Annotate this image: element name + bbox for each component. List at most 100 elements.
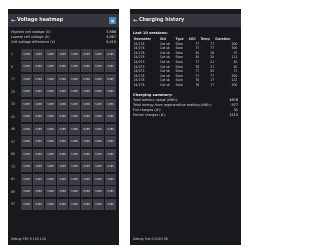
heatmap-cell: 3,985 [80, 136, 93, 148]
stat-value: 0,019 [106, 40, 116, 44]
row-label: 41 [11, 114, 16, 119]
heatmap-cell: 3,985 [56, 98, 69, 110]
heatmap-cell: 3,985 [56, 198, 69, 210]
row-label: 25 [11, 89, 16, 94]
heatmap-cell: 3,985 [21, 173, 33, 185]
heatmap-row: 41 3,985 3,985 3,985 3,985 3,985 3,985 3,985 3,9… [11, 111, 116, 124]
heatmap-cell: 3,985 [56, 186, 69, 198]
heatmap-cell: 3,985 [44, 148, 57, 160]
stat-row: Cell voltage difference (V) 0,019 [11, 40, 116, 45]
heatmap-cell: 3,985 [104, 61, 116, 73]
page-title: Charging history [139, 18, 185, 23]
heatmap-cell: 3,985 [21, 111, 33, 123]
heatmap-cell: 3,985 [68, 48, 81, 60]
heatmap-cell: 3,985 [104, 136, 116, 148]
row-label: 81 [11, 177, 16, 182]
heatmap-cell: 3,985 [80, 48, 93, 60]
heatmap-cell: 3,985 [32, 173, 45, 185]
heatmap-row: 89 3,985 3,985 3,985 3,985 3,985 3,985 3,985 3,9… [11, 186, 116, 199]
heatmap-cell: 3,985 [44, 98, 57, 110]
heatmap-cell: 3,985 [68, 148, 81, 160]
heatmap-cell: 3,985 [92, 61, 105, 73]
heatmap-cell: 3,985 [32, 148, 45, 160]
heatmap-cell: 3,985 [44, 186, 57, 198]
heatmap-cell: 3,985 [92, 161, 105, 173]
heatmap-cell: 3,985 [56, 61, 69, 73]
heatmap-cell: 3,985 [56, 161, 69, 173]
summary-label: Partial charges (#): [133, 112, 166, 117]
row-label: 97 [11, 202, 16, 207]
heatmap-cell: 3,985 [80, 161, 93, 173]
table-cell: Slow [175, 82, 183, 87]
row-label: 9 [11, 64, 14, 69]
heatmap-cell: 3,985 [80, 173, 93, 185]
heatmap-cell: 3,985 [104, 123, 116, 135]
grid-icon[interactable]: ▦ [109, 17, 116, 24]
heatmap-cell: 3,985 [104, 73, 116, 85]
heatmap-cell: 3,985 [21, 98, 33, 110]
heatmap-cell: 3,985 [92, 148, 105, 160]
table-cell: 78 [195, 82, 200, 87]
heatmap-cell: 3,985 [104, 48, 116, 60]
heatmap-cell: 3,985 [44, 173, 57, 185]
debug-text: Debug 7pe 0,0243 96 [133, 237, 168, 241]
heatmap-cell: 3,985 [44, 161, 57, 173]
heatmap-row: 1 3,985 3,985 3,985 3,985 3,985 3,985 3,985 3,98… [11, 48, 116, 61]
heatmap-cell: 3,985 [44, 136, 57, 148]
heatmap-row: 81 3,985 3,985 3,985 3,985 3,985 3,985 3,985 3,9… [11, 173, 116, 186]
heatmap-cell: 3,985 [92, 86, 105, 98]
heatmap-cell: 3,985 [104, 86, 116, 98]
heatmap-cell: 3,985 [21, 186, 33, 198]
heatmap-cell: 3,985 [44, 73, 57, 85]
heatmap-cell: 3,985 [32, 48, 45, 60]
heatmap-cell: 3,985 [104, 173, 116, 185]
heatmap-cell: 3,985 [104, 111, 116, 123]
heatmap-cells: 3,985 3,985 3,985 3,985 3,985 3,985 3,985 3,985 [21, 98, 116, 110]
heatmap-cell: 3,985 [44, 86, 57, 98]
heatmap-cell: 3,985 [21, 123, 33, 135]
table-cell: 24/178 [133, 82, 145, 87]
heatmap-cell: 3,985 [80, 123, 93, 135]
row-label: 33 [11, 102, 16, 107]
heatmap-cell: 3,985 [104, 161, 116, 173]
heatmap-row: 9 3,985 3,985 3,985 3,985 3,985 3,985 3,985 3,98… [11, 61, 116, 74]
row-label: 49 [11, 127, 16, 132]
heatmap-row: 57 3,985 3,985 3,985 3,985 3,985 3,985 3,985 3,9… [11, 136, 116, 149]
heatmap-cell: 3,985 [92, 111, 105, 123]
heatmap-row: 33 3,985 3,985 3,985 3,985 3,985 3,985 3,985 3,9… [11, 98, 116, 111]
heatmap-cell: 3,985 [68, 86, 81, 98]
heatmap-cell: 3,985 [80, 148, 93, 160]
heatmap-cell: 3,985 [21, 148, 33, 160]
heatmap-grid: 1 3,985 3,985 3,985 3,985 3,985 3,985 3,985 3,98… [11, 48, 116, 211]
heatmap-cells: 3,985 3,985 3,985 3,985 3,985 3,985 3,985 3,985 [21, 198, 116, 210]
heatmap-cell: 3,985 [68, 98, 81, 110]
heatmap-cell: 3,985 [80, 61, 93, 73]
summary-row: Partial charges (#): 1515 [133, 113, 238, 118]
table-row: 24/178 Cat sb Slow 78 17 300 [133, 83, 238, 88]
charging-history-screen: ← Charging history Last 10 sessions: Odo… [130, 9, 241, 245]
heatmap-cell: 3,985 [32, 161, 45, 173]
heatmap-cell: 3,985 [80, 73, 93, 85]
heatmap-cell: 3,985 [92, 98, 105, 110]
heatmap-cell: 3,985 [104, 148, 116, 160]
heatmap-cell: 3,985 [56, 148, 69, 160]
heatmap-cell: 3,985 [21, 73, 33, 85]
row-label: 89 [11, 189, 16, 194]
heatmap-cells: 3,985 3,985 3,985 3,985 3,985 3,985 3,985 3,985 [21, 136, 116, 148]
heatmap-cells: 3,985 3,985 3,985 3,985 3,985 3,985 3,985 3,985 [21, 111, 116, 123]
heatmap-cell: 3,985 [68, 161, 81, 173]
row-label: 65 [11, 152, 16, 157]
heatmap-row: 73 3,985 3,985 3,985 3,985 3,985 3,985 3,985 3,9… [11, 161, 116, 174]
charging-summary: Charging summary: Total battery usage (k… [133, 93, 238, 118]
heatmap-cell: 3,985 [44, 61, 57, 73]
table-cell: 17 [210, 82, 215, 87]
heatmap-cell: 3,985 [68, 198, 81, 210]
heatmap-cells: 3,985 3,985 3,985 3,985 3,985 3,985 3,985 3,985 [21, 186, 116, 198]
table-cell: 300 [231, 82, 238, 87]
table-cell: Cat sb [159, 82, 170, 87]
heatmap-cell: 3,985 [32, 98, 45, 110]
heatmap-cells: 3,985 3,985 3,985 3,985 3,985 3,985 3,985 3,985 [21, 86, 116, 98]
row-label: 17 [11, 77, 16, 82]
heatmap-cell: 3,985 [56, 136, 69, 148]
heatmap-cell: 3,985 [56, 73, 69, 85]
